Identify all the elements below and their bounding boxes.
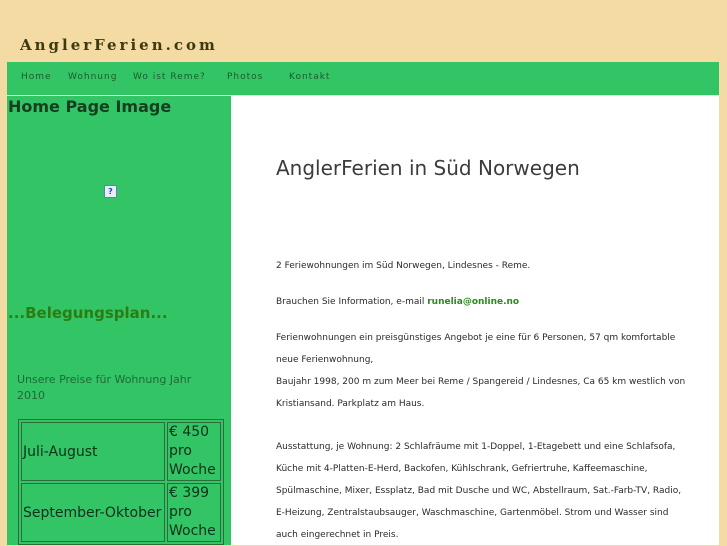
main-content: AnglerFerien in Süd Norwegen 2 Feriewohn… [231, 96, 719, 545]
description-paragraph: Ferienwohnungen ein preisgünstiges Angeb… [276, 327, 686, 415]
price-table: Juli-August € 450 pro Woche September-Ok… [18, 419, 224, 545]
price-value: € 399 pro Woche [167, 483, 221, 542]
price-period: September-Oktober [21, 483, 165, 542]
page-title: AnglerFerien in Süd Norwegen [276, 156, 580, 180]
intro-paragraph: 2 Feriewohnungen im Süd Norwegen, Lindes… [276, 261, 531, 271]
description-text-2: Baujahr 1998, 200 m zum Meer bei Reme / … [276, 377, 686, 409]
belegungsplan-link[interactable]: ...Belegungsplan... [8, 304, 168, 322]
nav-item-wohnung[interactable]: Wohnung [68, 72, 117, 82]
home-page-image-heading: Home Page Image [8, 97, 172, 116]
sidebar: Home Page Image ? ...Belegungsplan... Un… [7, 96, 231, 545]
preise-title: Unsere Preise für Wohnung Jahr 2010 [17, 373, 192, 402]
site-title: AnglerFerien.com [20, 36, 218, 54]
nav-item-home[interactable]: Home [21, 72, 52, 82]
nav-item-photos[interactable]: Photos [227, 72, 263, 82]
main-navigation: Home Wohnung Wo ist Reme? Photos Kontakt [7, 62, 719, 96]
nav-item-wo-ist-reme[interactable]: Wo ist Reme? [133, 72, 206, 82]
nav-item-kontakt[interactable]: Kontakt [289, 72, 330, 82]
description-text-1: Ferienwohnungen ein preisgünstiges Angeb… [276, 333, 676, 365]
broken-image-icon: ? [104, 185, 117, 198]
contact-paragraph: Brauchen Sie Information, e-mail runelia… [276, 291, 686, 313]
table-row: Juli-August € 450 pro Woche [21, 422, 221, 481]
email-link[interactable]: runelia@online.no [427, 297, 519, 307]
equipment-paragraph: Ausstattung, je Wohnung: 2 Schlafräume m… [276, 442, 682, 540]
price-value: € 450 pro Woche [167, 422, 221, 481]
table-row: September-Oktober € 399 pro Woche [21, 483, 221, 542]
price-period: Juli-August [21, 422, 165, 481]
contact-text: Brauchen Sie Information, e-mail [276, 297, 425, 307]
